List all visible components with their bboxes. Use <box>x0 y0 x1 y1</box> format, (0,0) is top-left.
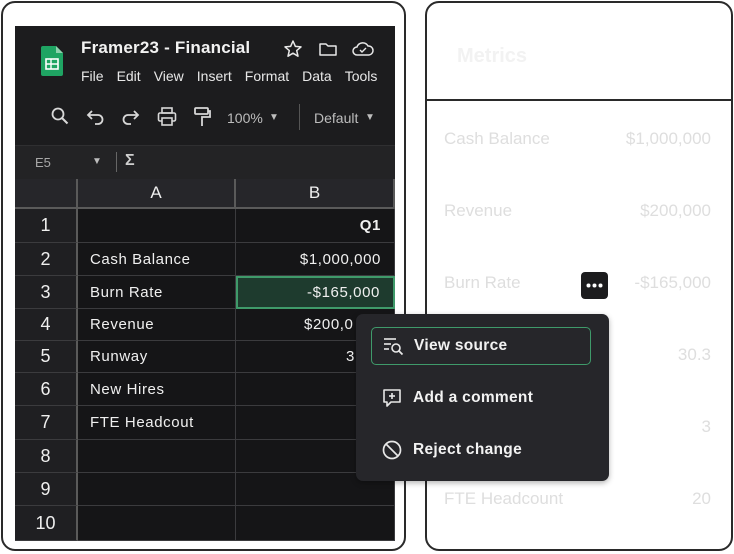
reject-change-label: Reject change <box>413 441 522 458</box>
row-header[interactable]: 5 <box>15 341 78 373</box>
spreadsheet-window: Framer23 - Financial File Edit View Inse… <box>15 26 395 541</box>
view-source-label: View source <box>414 337 508 354</box>
metric-value: $1,000,000 <box>625 129 711 148</box>
font-select[interactable]: Default <box>314 110 358 126</box>
metric-value: 30.3 <box>677 345 711 364</box>
folder-icon[interactable] <box>318 39 338 59</box>
undo-icon[interactable] <box>85 107 105 125</box>
menu-file[interactable]: File <box>81 68 104 84</box>
spreadsheet-card: Framer23 - Financial File Edit View Inse… <box>1 1 406 551</box>
cell-reference-dropdown-icon[interactable]: ▼ <box>92 156 102 167</box>
add-comment-icon <box>383 389 401 407</box>
select-all-corner[interactable] <box>15 179 78 209</box>
metric-label: Revenue <box>444 201 513 220</box>
reject-icon <box>382 440 402 460</box>
metric-label: FTE Headcount <box>444 489 564 508</box>
document-title[interactable]: Framer23 - Financial <box>81 38 250 58</box>
row-header[interactable]: 9 <box>15 473 78 506</box>
toolbar-divider <box>299 104 300 130</box>
cell-reference[interactable]: E5 <box>35 155 51 170</box>
toolbar: 100% ▼ Default ▼ <box>15 94 395 144</box>
zoom-select[interactable]: 100% <box>227 110 263 126</box>
metric-row[interactable]: Cash Balance $1,000,000 <box>427 119 731 159</box>
reject-change-menu-item[interactable]: Reject change <box>371 431 591 469</box>
more-options-button[interactable] <box>581 272 608 299</box>
menu-view[interactable]: View <box>154 68 184 84</box>
row-header[interactable]: 3 <box>15 276 78 309</box>
metric-row[interactable]: FTE Headcount 20 <box>427 479 731 519</box>
cloud-icon[interactable] <box>351 39 375 59</box>
metric-row[interactable]: Revenue $200,000 <box>427 191 731 231</box>
menu-tools[interactable]: Tools <box>345 68 378 84</box>
cell-a7[interactable]: FTE Headcout <box>78 406 236 440</box>
cell-a10[interactable] <box>78 506 236 541</box>
add-comment-label: Add a comment <box>413 389 534 406</box>
metric-row[interactable]: Burn Rate -$165,000 <box>427 263 731 303</box>
row-header[interactable]: 8 <box>15 440 78 473</box>
view-source-menu-item[interactable]: View source <box>371 327 591 365</box>
search-icon[interactable] <box>51 107 69 125</box>
print-icon[interactable] <box>157 107 177 126</box>
add-comment-menu-item[interactable]: Add a comment <box>371 379 591 417</box>
sigma-icon[interactable]: Σ <box>125 152 135 170</box>
menu-data[interactable]: Data <box>302 68 332 84</box>
ellipsis-icon <box>586 283 603 288</box>
metrics-title: Metrics <box>457 45 528 67</box>
title-bar: Framer23 - Financial File Edit View Inse… <box>15 26 395 94</box>
cell-grid: A B 1 Q1 2 Cash Balance $1,000,000 3 Bur… <box>15 179 395 541</box>
menu-bar: File Edit View Insert Format Data Tools <box>81 68 390 84</box>
column-header-b[interactable]: B <box>236 179 395 209</box>
formula-bar-divider <box>116 152 117 172</box>
cell-a3[interactable]: Burn Rate <box>78 276 236 309</box>
cell-b3-selected[interactable]: -$165,000 <box>236 276 395 309</box>
cell-a6[interactable]: New Hires <box>78 373 236 406</box>
column-header-a[interactable]: A <box>78 179 236 209</box>
metric-value: 3 <box>701 417 711 436</box>
menu-edit[interactable]: Edit <box>117 68 141 84</box>
context-menu: View source Add a comment Reject change <box>356 314 609 481</box>
row-header[interactable]: 10 <box>15 506 78 541</box>
row-header[interactable]: 1 <box>15 209 78 243</box>
cell-a1[interactable] <box>78 209 236 243</box>
metric-value: 20 <box>692 489 711 508</box>
metric-label: Cash Balance <box>444 129 550 148</box>
menu-insert[interactable]: Insert <box>197 68 232 84</box>
menu-format[interactable]: Format <box>245 68 289 84</box>
view-source-icon <box>384 338 404 356</box>
cell-a4[interactable]: Revenue <box>78 309 236 341</box>
zoom-dropdown-icon[interactable]: ▼ <box>269 112 279 123</box>
formula-bar: E5 ▼ Σ <box>15 145 395 180</box>
paint-format-icon[interactable] <box>193 107 211 127</box>
cell-a8[interactable] <box>78 440 236 473</box>
metrics-header: Metrics <box>427 3 731 101</box>
row-header[interactable]: 7 <box>15 406 78 440</box>
row-header[interactable]: 4 <box>15 309 78 341</box>
metric-value: $200,000 <box>640 201 711 220</box>
row-header[interactable]: 2 <box>15 243 78 276</box>
cell-b1[interactable]: Q1 <box>236 209 395 243</box>
star-icon[interactable] <box>283 39 303 59</box>
cell-b10[interactable] <box>236 506 395 541</box>
cell-a5[interactable]: Runway <box>78 341 236 373</box>
redo-icon[interactable] <box>121 107 141 125</box>
metric-label: Burn Rate <box>444 273 521 292</box>
row-header[interactable]: 6 <box>15 373 78 406</box>
font-dropdown-icon[interactable]: ▼ <box>365 112 375 123</box>
sheets-logo-icon <box>41 46 63 76</box>
cell-a9[interactable] <box>78 473 236 506</box>
cell-b2[interactable]: $1,000,000 <box>236 243 395 276</box>
metric-value: -$165,000 <box>634 273 711 292</box>
cell-a2[interactable]: Cash Balance <box>78 243 236 276</box>
